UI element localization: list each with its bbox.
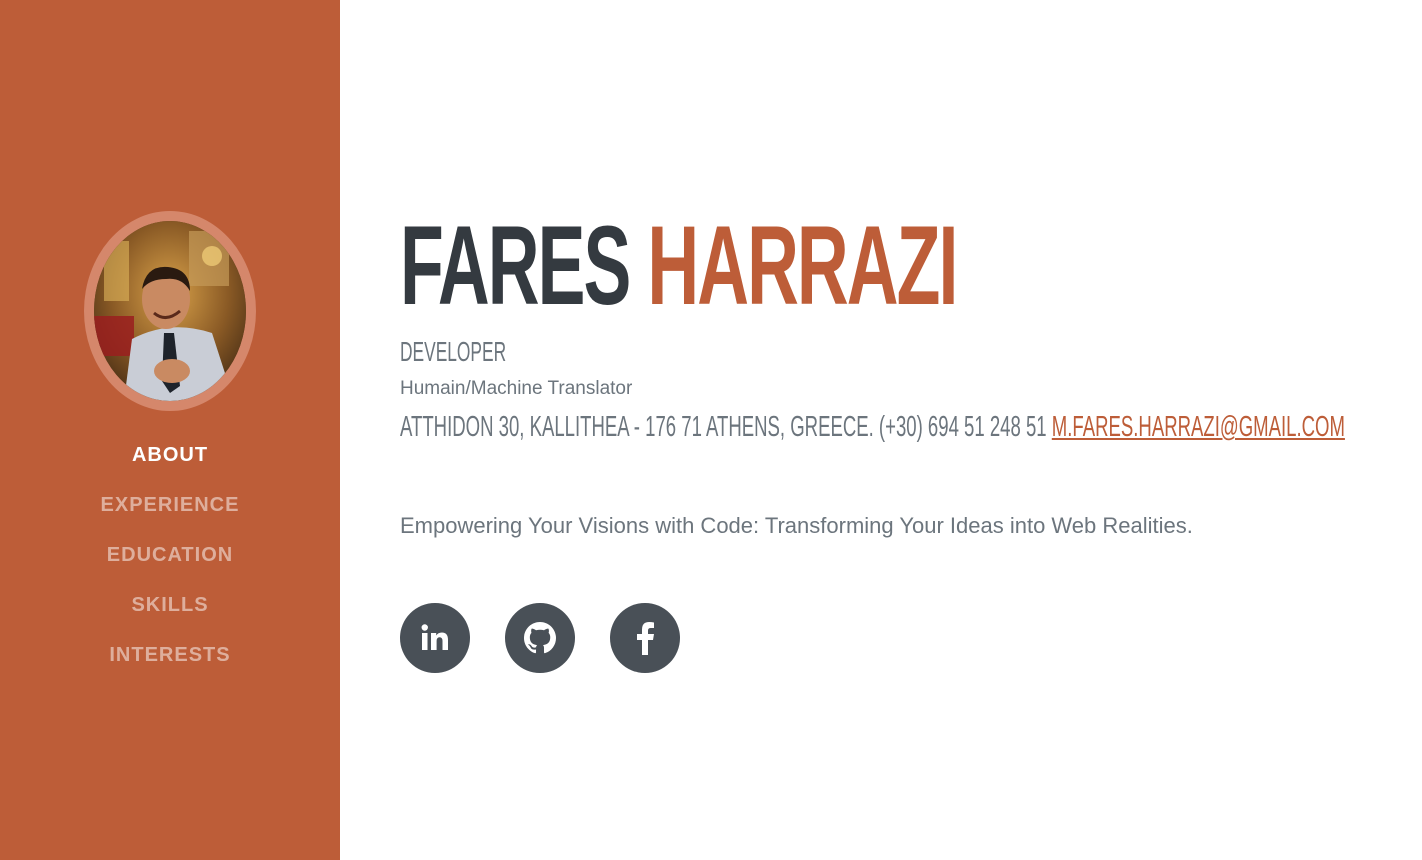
first-name: FARES bbox=[400, 203, 631, 328]
nav-item-education[interactable]: EDUCATION bbox=[0, 532, 340, 582]
github-button[interactable] bbox=[505, 603, 575, 673]
profile-photo bbox=[94, 221, 246, 401]
facebook-button[interactable] bbox=[610, 603, 680, 673]
email-link[interactable]: M.FARES.HARRAZI@GMAIL.COM bbox=[1052, 411, 1345, 443]
facebook-icon bbox=[637, 622, 654, 655]
github-icon bbox=[524, 622, 556, 654]
profile-title: DEVELOPER bbox=[400, 336, 507, 367]
social-icons bbox=[400, 603, 680, 673]
avatar bbox=[94, 221, 246, 401]
profile-subtitle: Humain/Machine Translator bbox=[400, 378, 633, 399]
nav-item-about[interactable]: ABOUT bbox=[0, 432, 340, 482]
avatar-ring bbox=[84, 211, 256, 411]
last-name: HARRAZI bbox=[647, 203, 958, 328]
nav-item-experience[interactable]: EXPERIENCE bbox=[0, 482, 340, 532]
nav-item-skills[interactable]: SKILLS bbox=[0, 582, 340, 632]
sidebar: ABOUT EXPERIENCE EDUCATION SKILLS INTERE… bbox=[0, 0, 340, 860]
profile-name: FARES HARRAZI bbox=[400, 203, 958, 328]
contact-line: ATTHIDON 30, KALLITHEA - 176 71 ATHENS, … bbox=[400, 408, 1345, 446]
address: ATTHIDON 30, KALLITHEA - 176 71 ATHENS, … bbox=[400, 411, 1047, 443]
tagline: Empowering Your Visions with Code: Trans… bbox=[400, 513, 1193, 538]
linkedin-icon bbox=[421, 624, 448, 650]
nav-item-interests[interactable]: INTERESTS bbox=[0, 632, 340, 682]
sidebar-nav: ABOUT EXPERIENCE EDUCATION SKILLS INTERE… bbox=[0, 432, 340, 682]
linkedin-button[interactable] bbox=[400, 603, 470, 673]
